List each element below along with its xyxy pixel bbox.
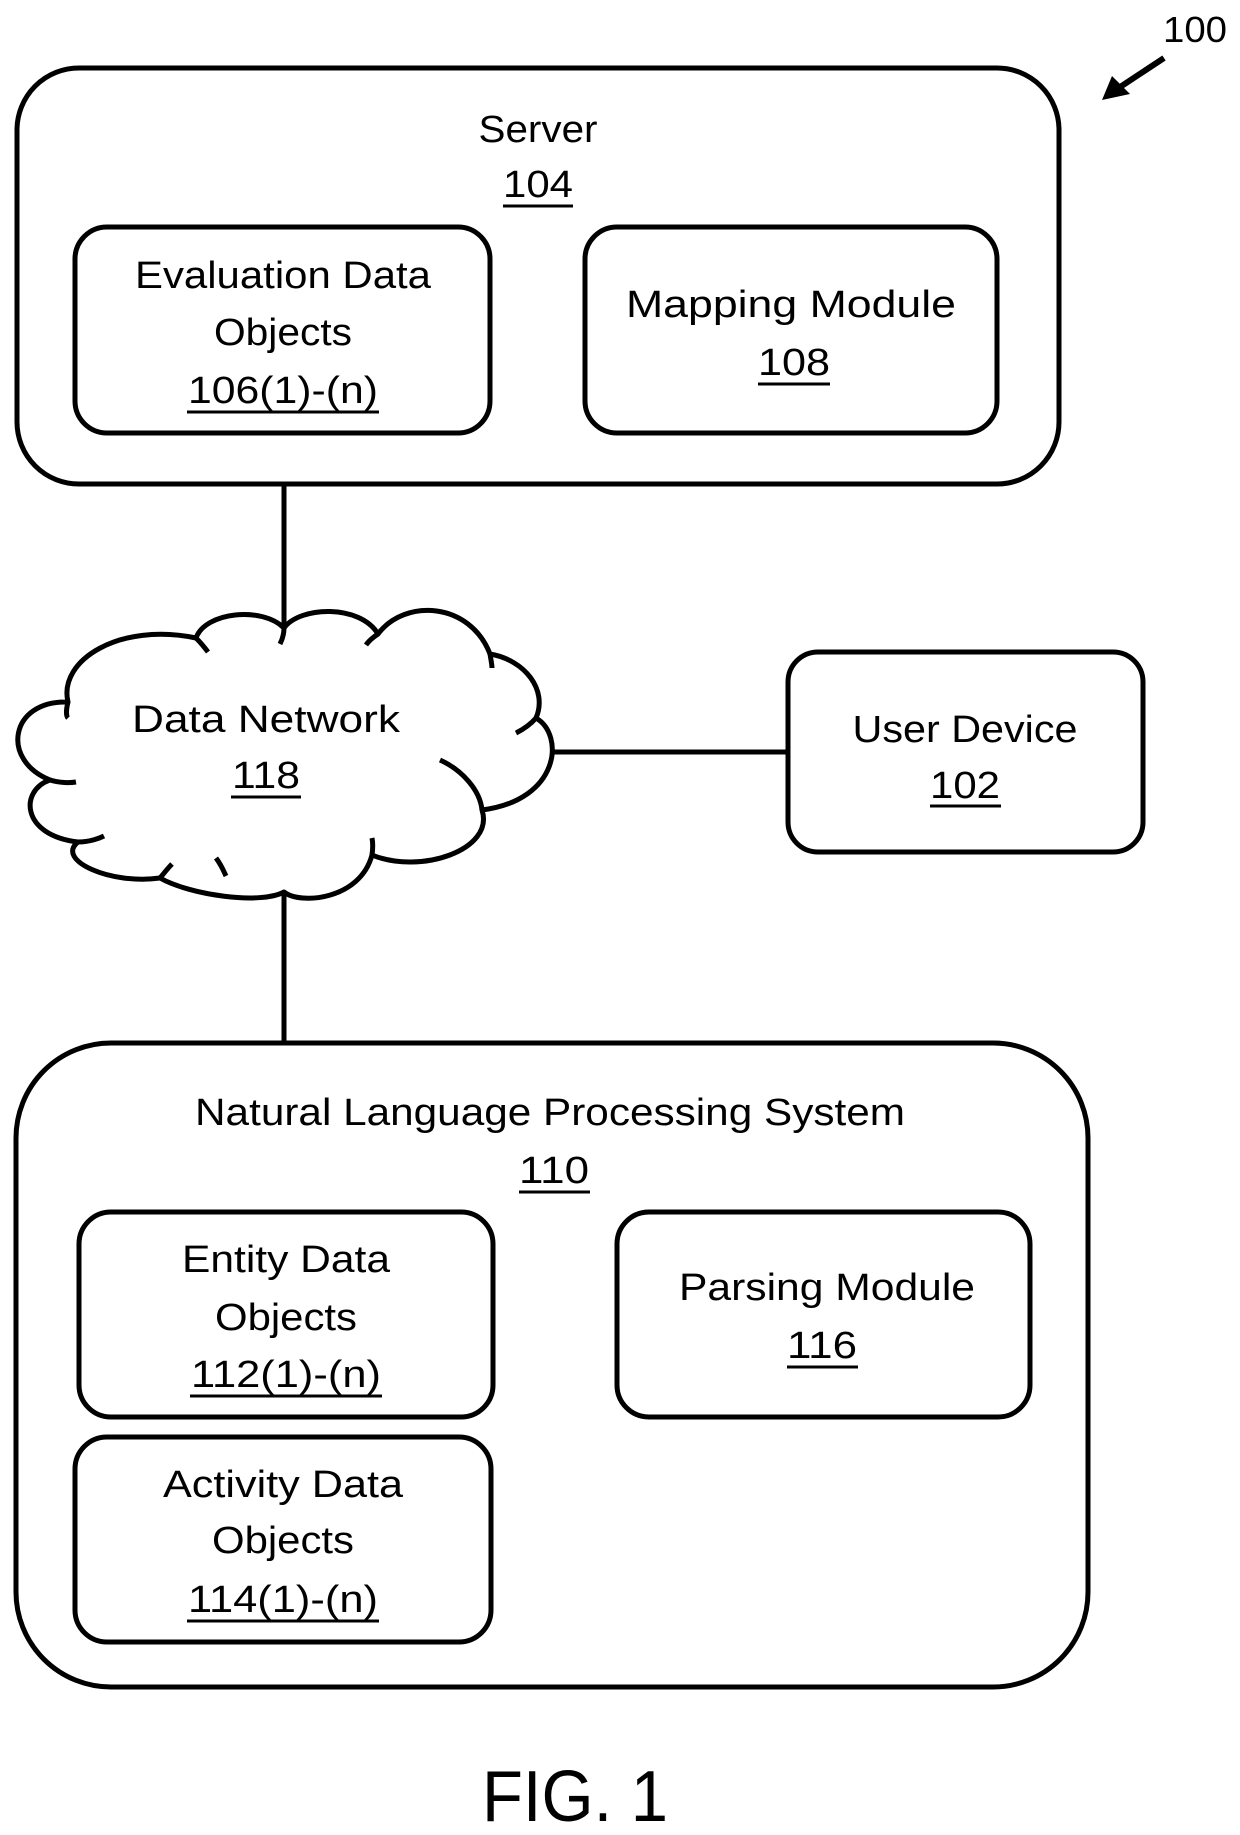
- mapping-module-box: [582, 224, 1000, 436]
- evaluation-data-objects: Evaluation Data Objects 106(1)-(n): [72, 224, 493, 436]
- evaluation-data-objects-label-1: Evaluation Data: [135, 255, 432, 297]
- nlp-system-node: Natural Language Processing System 110 E…: [13, 1040, 1091, 1690]
- server-title: Server: [479, 109, 598, 151]
- activity-data-objects: Activity Data Objects 114(1)-(n): [72, 1434, 494, 1645]
- entity-data-objects-label-2: Objects: [215, 1297, 357, 1339]
- entity-data-objects: Entity Data Objects 112(1)-(n): [76, 1209, 496, 1420]
- parsing-module: Parsing Module 116: [614, 1209, 1033, 1420]
- reference-arrow-icon: [1102, 55, 1166, 100]
- data-network-node: Data Network 118: [15, 608, 555, 901]
- user-device-node: User Device 102: [785, 649, 1146, 855]
- cloud-seam: [369, 837, 376, 856]
- activity-data-objects-label-2: Objects: [212, 1520, 354, 1562]
- parsing-module-box: [614, 1209, 1033, 1420]
- nlp-system-title: Natural Language Processing System: [195, 1092, 905, 1134]
- activity-data-objects-label-1: Activity Data: [163, 1464, 404, 1506]
- user-device-ref: 102: [930, 765, 1000, 807]
- figure-reference: 100: [1102, 9, 1227, 100]
- parsing-module-ref: 116: [787, 1325, 857, 1367]
- cloud-seam: [49, 777, 77, 786]
- cloud-seam: [64, 701, 71, 720]
- user-device-title: User Device: [853, 709, 1078, 751]
- entity-data-objects-ref: 112(1)-(n): [191, 1354, 381, 1396]
- mapping-module-ref: 108: [758, 342, 830, 384]
- mapping-module: Mapping Module 108: [582, 224, 1000, 436]
- data-network-title: Data Network: [132, 699, 401, 741]
- server-ref: 104: [503, 164, 573, 206]
- nlp-system-ref: 110: [519, 1150, 589, 1192]
- server-node: Server 104 Evaluation Data Objects 106(1…: [14, 65, 1062, 487]
- data-network-ref: 118: [232, 755, 300, 797]
- system-diagram: 100 Server 104 Evaluation Data Objects 1…: [13, 9, 1227, 1835]
- evaluation-data-objects-ref: 106(1)-(n): [188, 370, 378, 412]
- figure-caption: FIG. 1: [482, 1757, 668, 1835]
- evaluation-data-objects-label-2: Objects: [214, 312, 352, 354]
- user-device-box: [785, 649, 1146, 855]
- cloud-seam: [487, 653, 495, 669]
- mapping-module-label: Mapping Module: [626, 284, 956, 326]
- entity-data-objects-label-1: Entity Data: [182, 1239, 391, 1281]
- figure-reference-numeral: 100: [1163, 9, 1227, 50]
- activity-data-objects-ref: 114(1)-(n): [188, 1579, 378, 1621]
- parsing-module-label: Parsing Module: [679, 1267, 975, 1309]
